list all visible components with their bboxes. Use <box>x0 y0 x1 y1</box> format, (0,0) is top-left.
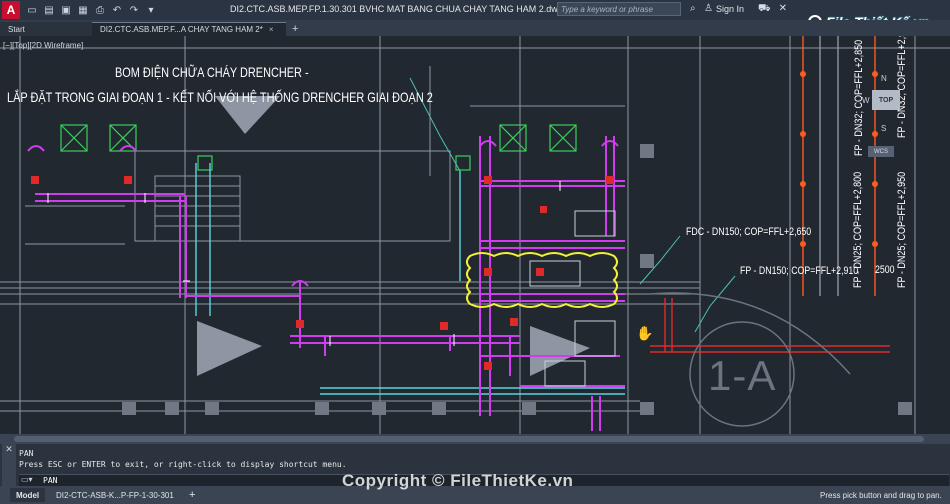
vertical-pipe-label-3: FP - DN25; COP=FFL+2,800 <box>852 171 864 288</box>
redo-icon[interactable]: ↷ <box>128 5 140 16</box>
viewcube-top-face[interactable]: TOP <box>872 90 900 110</box>
vertical-pipe-label-4: FP - DN25; COP=FFL+2,950 <box>896 171 908 288</box>
tab-model[interactable]: Model <box>10 488 46 502</box>
viewcube-south[interactable]: S <box>881 124 886 133</box>
command-history-line-1: PAN <box>19 449 34 458</box>
cart-icon[interactable]: ⛟ <box>758 3 771 16</box>
save-icon[interactable]: ▣ <box>60 5 72 16</box>
annotation-title: BOM ĐIỆN CHỮA CHÁY DRENCHER - <box>115 64 309 80</box>
fdc-pipe-label: FDC - DN150; COP=FFL+2,650 <box>686 226 812 238</box>
hand-cursor-icon: ✋ <box>636 325 654 341</box>
plot-icon[interactable]: ⎙ <box>94 5 106 16</box>
command-prompt-icon[interactable]: ▭▾ <box>21 475 33 484</box>
search-icon[interactable]: ⌕ <box>690 3 696 14</box>
user-icon[interactable]: ♙ <box>704 3 713 14</box>
open-icon[interactable]: ▤ <box>43 5 55 16</box>
quick-access-toolbar: ▭ ▤ ▣ ▦ ⎙ ↶ ↷ ▾ <box>26 5 157 16</box>
tab-close-icon[interactable]: × <box>269 25 274 34</box>
grid-axis-label: 1-A <box>708 352 777 399</box>
sign-in-link[interactable]: Sign In <box>716 4 744 14</box>
tab-start[interactable]: Start <box>0 22 92 36</box>
viewcube[interactable]: N W TOP S WCS <box>862 74 906 174</box>
new-icon[interactable]: ▭ <box>26 5 38 16</box>
annotation-subtitle: LẮP ĐẶT TRONG GIAI ĐOẠN 1 - KẾT NỐI VỚI … <box>7 89 433 105</box>
tab-drawing-label: DI2.CTC.ASB.MEP.F...A CHAY TANG HAM 2* <box>100 25 263 34</box>
document-title: DI2.CTC.ASB.MEP.FP.1.30.301 BVHC MAT BAN… <box>230 4 563 14</box>
status-message: Press pick button and drag to pan. <box>820 491 942 500</box>
title-bar: A ▭ ▤ ▣ ▦ ⎙ ↶ ↷ ▾ DI2.CTC.ASB.MEP.FP.1.3… <box>0 0 950 30</box>
new-tab-button[interactable]: + <box>286 22 306 36</box>
drawing-viewport[interactable]: [−][Top][2D Wireframe] BOM ĐIỆN CHỮA CHÁ… <box>0 36 950 434</box>
dropdown-icon[interactable]: ▾ <box>145 5 157 16</box>
autocad-app-button[interactable]: A <box>2 1 20 19</box>
command-input-value: PAN <box>43 476 58 485</box>
scrollbar-thumb[interactable] <box>14 436 924 442</box>
watermark: Copyright © FileThietKe.vn <box>342 471 574 490</box>
file-tab-bar: Start DI2.CTC.ASB.MEP.F...A CHAY TANG HA… <box>0 20 950 36</box>
fp-pipe-label: FP - DN150; COP=FFL+2,910 <box>740 265 859 277</box>
viewport-controls-label[interactable]: [−][Top][2D Wireframe] <box>3 41 83 50</box>
command-history-line-2: Press ESC or ENTER to exit, or right-cli… <box>19 460 347 469</box>
viewcube-north[interactable]: N <box>881 74 887 83</box>
wcs-menu[interactable]: WCS <box>868 146 894 157</box>
tab-layout[interactable]: DI2-CTC-ASB-K...P-FP-1-30-301 <box>50 488 180 502</box>
save-as-icon[interactable]: ▦ <box>77 5 89 16</box>
viewcube-west[interactable]: W <box>862 96 870 105</box>
command-line-handle[interactable]: ✕ <box>2 444 16 486</box>
title-bar-icons: ⛟ ✕ <box>758 3 787 16</box>
tab-drawing[interactable]: DI2.CTC.ASB.MEP.F...A CHAY TANG HAM 2* × <box>92 22 286 36</box>
search-input[interactable]: Type a keyword or phrase <box>557 2 681 16</box>
add-layout-button[interactable]: + <box>183 488 201 502</box>
exchange-icon[interactable]: ✕ <box>779 3 787 16</box>
undo-icon[interactable]: ↶ <box>111 5 123 16</box>
dimension-label: 2500 <box>875 264 895 276</box>
horizontal-scrollbar[interactable] <box>0 434 950 444</box>
